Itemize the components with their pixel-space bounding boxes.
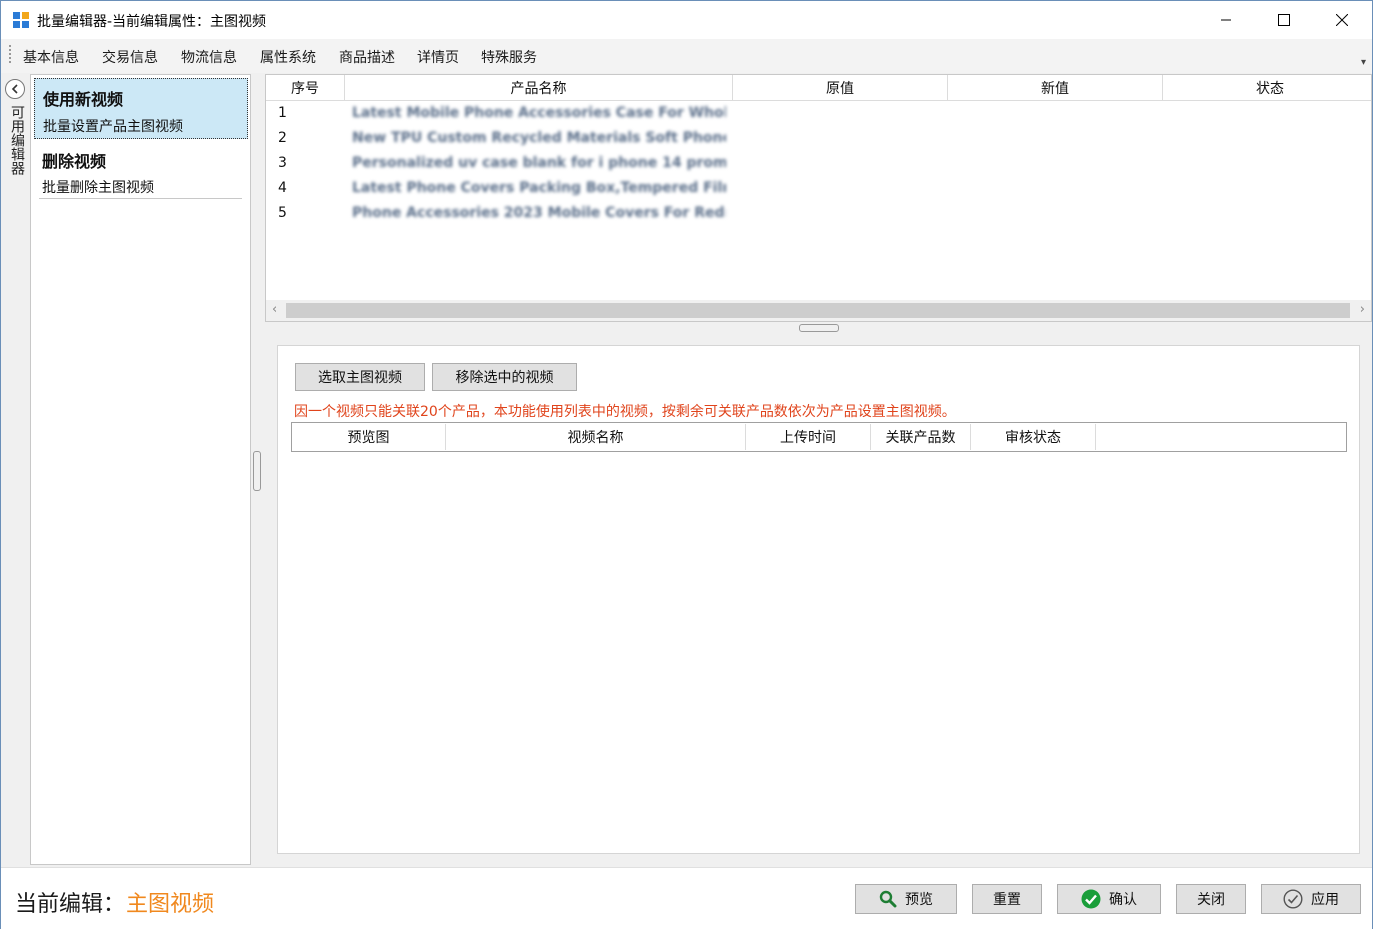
editor-item-subtitle: 批量设置产品主图视频: [43, 119, 183, 135]
product-name-cell: Personalized uv case blank for i phone 1…: [352, 155, 726, 171]
column-header-product-name[interactable]: 产品名称: [345, 75, 733, 101]
window-title: 批量编辑器-当前编辑属性：主图视频: [37, 14, 267, 30]
row-number: 3: [278, 155, 287, 171]
minimize-icon: [1221, 19, 1231, 21]
menu-overflow-icon[interactable]: ▾: [1361, 57, 1366, 68]
available-editors-label: 可用编辑器: [9, 105, 25, 175]
product-grid: 序号 产品名称 原值 新值 状态 1 Latest Mobile Phone A…: [265, 74, 1372, 322]
editor-list-collapse-strip: 可用编辑器: [1, 73, 29, 867]
preview-button[interactable]: 预览: [855, 884, 957, 914]
column-header-video-name[interactable]: 视频名称: [446, 424, 746, 450]
collapse-button[interactable]: [5, 79, 25, 99]
maximize-button[interactable]: [1255, 1, 1313, 39]
menu-grip: [9, 45, 11, 65]
apply-button-label: 应用: [1311, 892, 1339, 908]
menu-trade-info[interactable]: 交易信息: [102, 47, 158, 67]
row-number: 4: [278, 180, 287, 196]
close-dialog-button[interactable]: 关闭: [1176, 884, 1246, 914]
row-number: 5: [278, 205, 287, 221]
horizontal-splitter-handle[interactable]: [799, 324, 839, 332]
select-main-video-button[interactable]: 选取主图视频: [295, 363, 425, 391]
product-name-cell: Phone Accessories 2023 Mobile Covers For…: [352, 205, 726, 221]
apply-button[interactable]: 应用: [1261, 884, 1361, 914]
confirm-button-label: 确认: [1109, 892, 1137, 908]
scroll-right-icon[interactable]: ›: [1360, 302, 1365, 317]
column-header-review-status[interactable]: 审核状态: [971, 424, 1096, 450]
video-grid: 预览图 视频名称 上传时间 关联产品数 审核状态: [291, 422, 1347, 452]
product-name-cell: New TPU Custom Recycled Materials Soft P…: [352, 130, 726, 146]
scrollbar-thumb[interactable]: [286, 303, 1350, 318]
menu-special-service[interactable]: 特殊服务: [481, 47, 537, 67]
reset-button-label: 重置: [993, 892, 1021, 908]
video-panel: 选取主图视频 移除选中的视频 因一个视频只能关联20个产品，本功能使用列表中的视…: [277, 345, 1360, 854]
editor-item-title: 使用新视频: [43, 90, 124, 109]
product-name-cell: Latest Mobile Phone Accessories Case For…: [352, 105, 726, 121]
batch-editor-window: 批量编辑器-当前编辑属性：主图视频 基本信息 交易信息 物流信息 属性系统 商品…: [0, 0, 1373, 929]
column-header-status[interactable]: 状态: [1163, 75, 1371, 101]
product-name-cell: Latest Phone Covers Packing Box,Tempered…: [352, 180, 726, 196]
preview-button-label: 预览: [905, 892, 933, 908]
column-header-original-value[interactable]: 原值: [733, 75, 948, 101]
editor-item-subtitle: 批量删除主图视频: [42, 180, 154, 196]
menu-basic-info[interactable]: 基本信息: [23, 47, 79, 67]
app-icon: [13, 12, 29, 28]
menu-logistics-info[interactable]: 物流信息: [181, 47, 237, 67]
column-header-no[interactable]: 序号: [266, 75, 345, 101]
reset-button[interactable]: 重置: [972, 884, 1042, 914]
remove-selected-video-button[interactable]: 移除选中的视频: [432, 363, 577, 391]
confirm-button[interactable]: 确认: [1057, 884, 1161, 914]
chevron-left-icon: [11, 84, 18, 94]
table-row[interactable]: 5 Phone Accessories 2023 Mobile Covers F…: [266, 202, 1371, 227]
table-row[interactable]: 2 New TPU Custom Recycled Materials Soft…: [266, 127, 1371, 152]
table-row[interactable]: 4 Latest Phone Covers Packing Box,Temper…: [266, 177, 1371, 202]
close-button[interactable]: [1313, 1, 1371, 39]
editor-item-title: 删除视频: [42, 152, 107, 171]
editor-item-use-new-video[interactable]: 使用新视频 批量设置产品主图视频: [34, 78, 248, 139]
close-button-label: 关闭: [1197, 892, 1225, 908]
close-icon: [1336, 14, 1348, 26]
maximize-icon: [1278, 14, 1290, 26]
minimize-button[interactable]: [1197, 1, 1255, 39]
editor-list: 使用新视频 批量设置产品主图视频 删除视频 批量删除主图视频: [30, 74, 251, 865]
column-header-linked-count[interactable]: 关联产品数: [871, 424, 971, 450]
row-number: 2: [278, 130, 287, 146]
scroll-left-icon[interactable]: ‹: [272, 302, 277, 317]
menu-detail-page[interactable]: 详情页: [417, 47, 459, 67]
column-header-upload-time[interactable]: 上传时间: [746, 424, 871, 450]
divider: [39, 198, 242, 199]
check-outline-icon: [1283, 889, 1303, 909]
row-number: 1: [278, 105, 287, 121]
table-row[interactable]: 1 Latest Mobile Phone Accessories Case F…: [266, 102, 1371, 127]
editor-item-delete-video[interactable]: 删除视频 批量删除主图视频: [34, 141, 248, 199]
video-notice-text: 因一个视频只能关联20个产品，本功能使用列表中的视频，按剩余可关联产品数依次为产…: [294, 404, 956, 420]
horizontal-scrollbar[interactable]: ‹ ›: [266, 300, 1371, 321]
menu-bar: 基本信息 交易信息 物流信息 属性系统 商品描述 详情页 特殊服务 ▾: [1, 39, 1372, 73]
column-header-preview[interactable]: 预览图: [292, 424, 446, 450]
current-edit-value: 主图视频: [126, 892, 215, 917]
current-edit-label: 当前编辑：: [15, 892, 126, 917]
status-bar: 当前编辑： 主图视频 预览 重置 确认 关闭 应用: [1, 867, 1372, 929]
column-header-new-value[interactable]: 新值: [948, 75, 1163, 101]
menu-attribute-system[interactable]: 属性系统: [260, 47, 316, 67]
vertical-splitter-handle[interactable]: [253, 451, 261, 491]
search-icon: [879, 890, 897, 908]
title-bar: 批量编辑器-当前编辑属性：主图视频: [1, 1, 1372, 39]
check-circle-icon: [1081, 889, 1101, 909]
menu-product-description[interactable]: 商品描述: [339, 47, 395, 67]
table-row[interactable]: 3 Personalized uv case blank for i phone…: [266, 152, 1371, 177]
